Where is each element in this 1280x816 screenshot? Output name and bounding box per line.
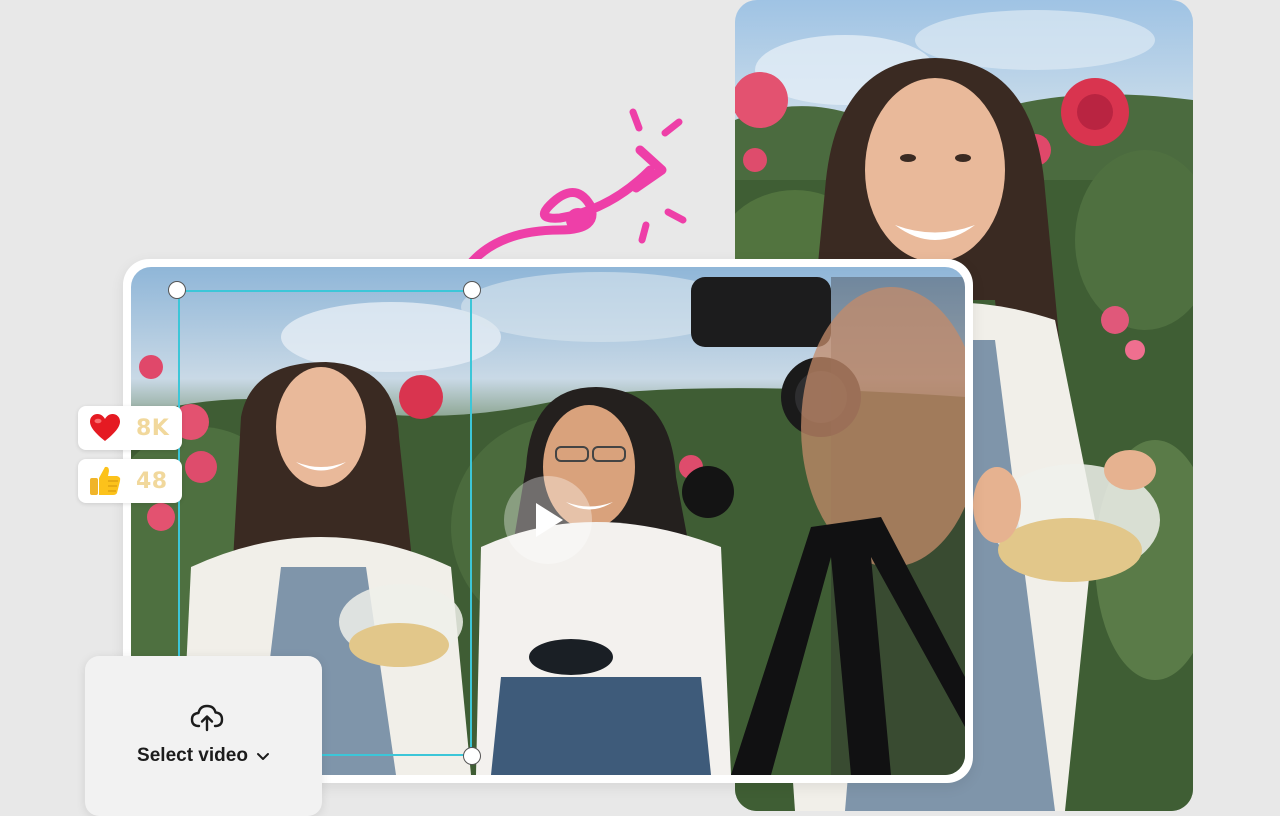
crop-handle-top-left[interactable] [168, 281, 186, 299]
play-icon [536, 503, 563, 537]
crop-handle-top-right[interactable] [463, 281, 481, 299]
upload-cloud-icon [190, 704, 224, 732]
crop-handle-bottom-right[interactable] [463, 747, 481, 765]
likes-badge: 8K [78, 406, 182, 450]
thumbs-up-icon [88, 464, 122, 498]
play-button[interactable] [504, 476, 592, 564]
select-video-label: Select video [137, 745, 248, 766]
thumbs-badge: 48 [78, 459, 182, 503]
likes-count: 8K [136, 415, 170, 441]
thumbs-count: 48 [136, 468, 168, 494]
select-video-row: Select video [85, 745, 322, 767]
chevron-down-icon [256, 753, 269, 760]
select-video-button[interactable]: Select video [85, 656, 322, 816]
heart-icon [88, 411, 122, 445]
